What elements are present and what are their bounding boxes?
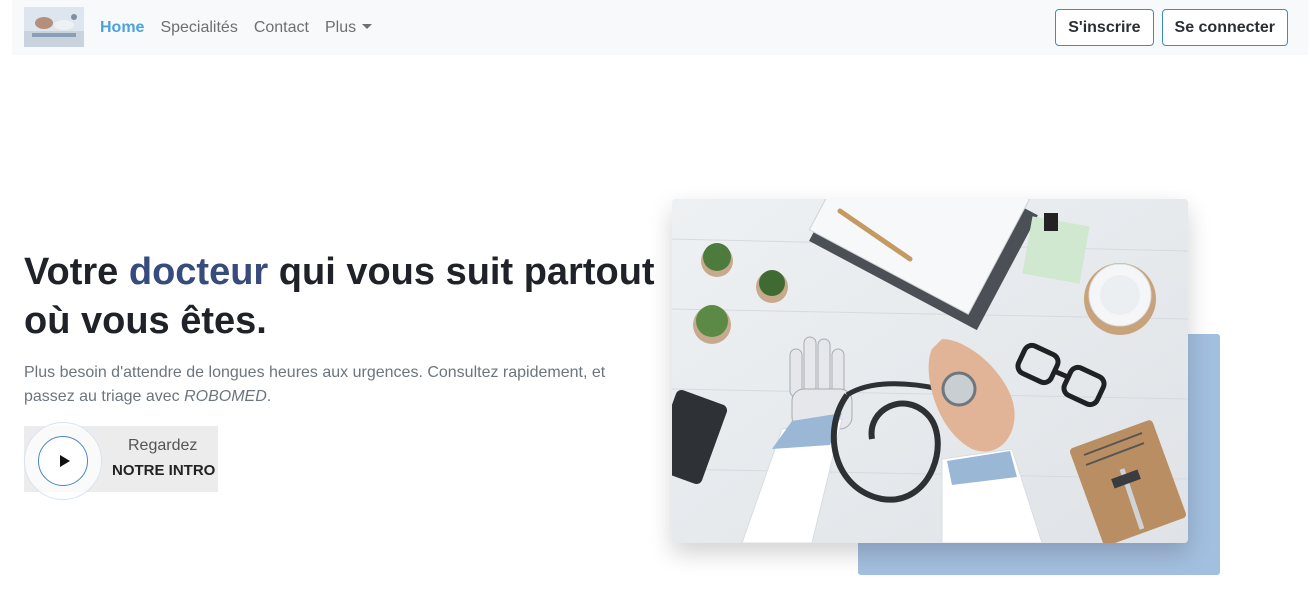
play-button[interactable] <box>24 422 102 500</box>
hero-title: Votre docteur qui vous suit partout où v… <box>24 248 664 346</box>
watch-intro-button[interactable]: Regardez NOTRE INTRO <box>24 422 218 500</box>
nav-specialites[interactable]: Specialités <box>152 19 245 37</box>
hero-description-brand: ROBOMED <box>184 388 267 405</box>
nav-home[interactable]: Home <box>92 19 152 37</box>
intro-label-bottom: NOTRE INTRO <box>112 462 216 479</box>
nav-plus-dropdown[interactable]: Plus <box>317 19 380 37</box>
hero-title-pre: Votre <box>24 251 129 293</box>
hero-description: Plus besoin d'attendre de longues heures… <box>24 361 624 409</box>
signup-button[interactable]: S'inscrire <box>1055 9 1154 46</box>
hero-title-accent: docteur <box>128 251 269 293</box>
nav-plus-label: Plus <box>324 18 357 36</box>
nav-links: Home Specialités Contact Plus <box>92 0 380 55</box>
navbar: Home Specialités Contact Plus S'inscrire… <box>12 0 1308 55</box>
nav-contact[interactable]: Contact <box>246 19 317 37</box>
hero-description-text: Plus besoin d'attendre de longues heures… <box>24 364 606 405</box>
login-button[interactable]: Se connecter <box>1161 9 1288 46</box>
nav-actions: S'inscrire Se connecter <box>1055 9 1288 46</box>
hero-description-end: . <box>266 388 272 405</box>
play-circle <box>38 436 88 486</box>
brand-logo[interactable] <box>24 7 84 47</box>
play-icon <box>59 455 70 467</box>
intro-label-top: Regardez <box>128 437 198 454</box>
hero-image <box>672 199 1188 543</box>
caret-down-icon <box>362 23 373 29</box>
